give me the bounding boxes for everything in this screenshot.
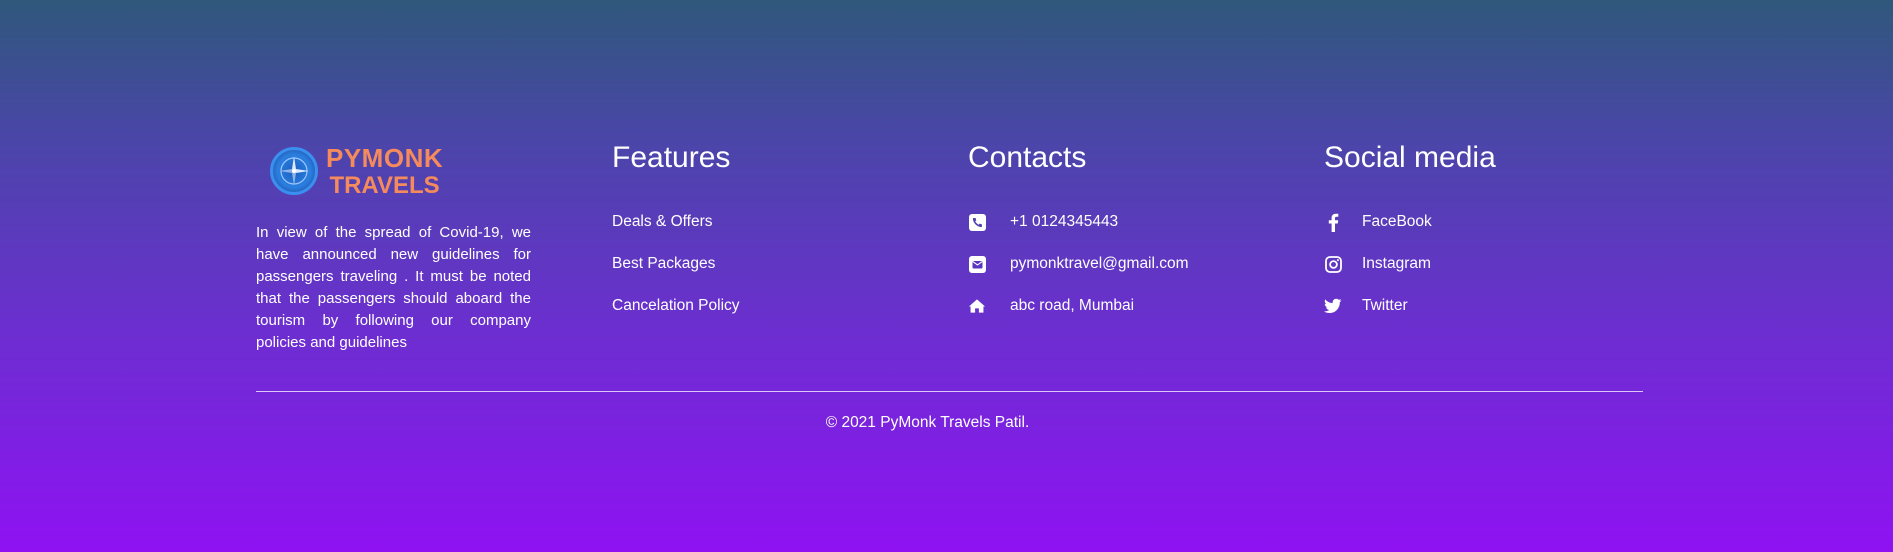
site-footer: PYMONK TRAVELS In view of the spread of … — [0, 0, 1893, 552]
list-item: Best Packages — [612, 243, 912, 285]
twitter-label: Twitter — [1362, 297, 1408, 314]
features-column: Features Deals & Offers Best Packages Ca… — [612, 140, 912, 327]
facebook-link[interactable]: FaceBook — [1324, 201, 1624, 243]
brand-column: PYMONK TRAVELS In view of the spread of … — [256, 140, 531, 354]
contact-email[interactable]: pymonktravel@gmail.com — [968, 243, 1288, 285]
contact-phone[interactable]: +1 0124345443 — [968, 201, 1288, 243]
envelope-icon — [968, 255, 986, 273]
social-list: FaceBook Instagram Twitter — [1324, 201, 1624, 327]
features-list: Deals & Offers Best Packages Cancelation… — [612, 201, 912, 327]
features-title: Features — [612, 141, 731, 174]
twitter-link[interactable]: Twitter — [1324, 285, 1624, 327]
instagram-link[interactable]: Instagram — [1324, 243, 1624, 285]
copyright-text: © 2021 PyMonk Travels Patil. — [825, 414, 1030, 431]
contacts-column: Contacts +1 0124345443 pymonktravel@gmai… — [968, 140, 1288, 327]
social-column: Social media FaceBook Instagram Twitter — [1324, 140, 1624, 327]
email-address: pymonktravel@gmail.com — [1010, 255, 1189, 272]
deals-offers-link[interactable]: Deals & Offers — [612, 213, 713, 231]
phone-number: +1 0124345443 — [1010, 213, 1119, 230]
list-item: Cancelation Policy — [612, 285, 912, 327]
logo-line-1: PYMONK — [326, 142, 444, 173]
contacts-list: +1 0124345443 pymonktravel@gmail.com abc… — [968, 201, 1288, 327]
compass-icon — [270, 147, 318, 195]
best-packages-link[interactable]: Best Packages — [612, 255, 715, 273]
about-text: In view of the spread of Covid-19, we ha… — [256, 224, 531, 351]
facebook-label: FaceBook — [1362, 213, 1432, 230]
address-text: abc road, Mumbai — [1010, 297, 1135, 314]
logo-line-2: TRAVELS — [329, 171, 440, 199]
cancelation-policy-link[interactable]: Cancelation Policy — [612, 297, 740, 315]
logo-wordmark: PYMONK TRAVELS — [326, 145, 443, 198]
social-title: Social media — [1324, 141, 1496, 174]
list-item: Deals & Offers — [612, 201, 912, 243]
contacts-title: Contacts — [968, 141, 1087, 174]
footer-divider — [256, 391, 1643, 392]
instagram-icon — [1324, 255, 1342, 273]
contact-address: abc road, Mumbai — [968, 285, 1288, 327]
phone-icon — [968, 213, 986, 231]
instagram-label: Instagram — [1362, 255, 1431, 272]
home-icon — [968, 297, 986, 315]
facebook-icon — [1324, 213, 1342, 232]
logo[interactable]: PYMONK TRAVELS — [270, 140, 531, 202]
twitter-icon — [1324, 297, 1342, 315]
